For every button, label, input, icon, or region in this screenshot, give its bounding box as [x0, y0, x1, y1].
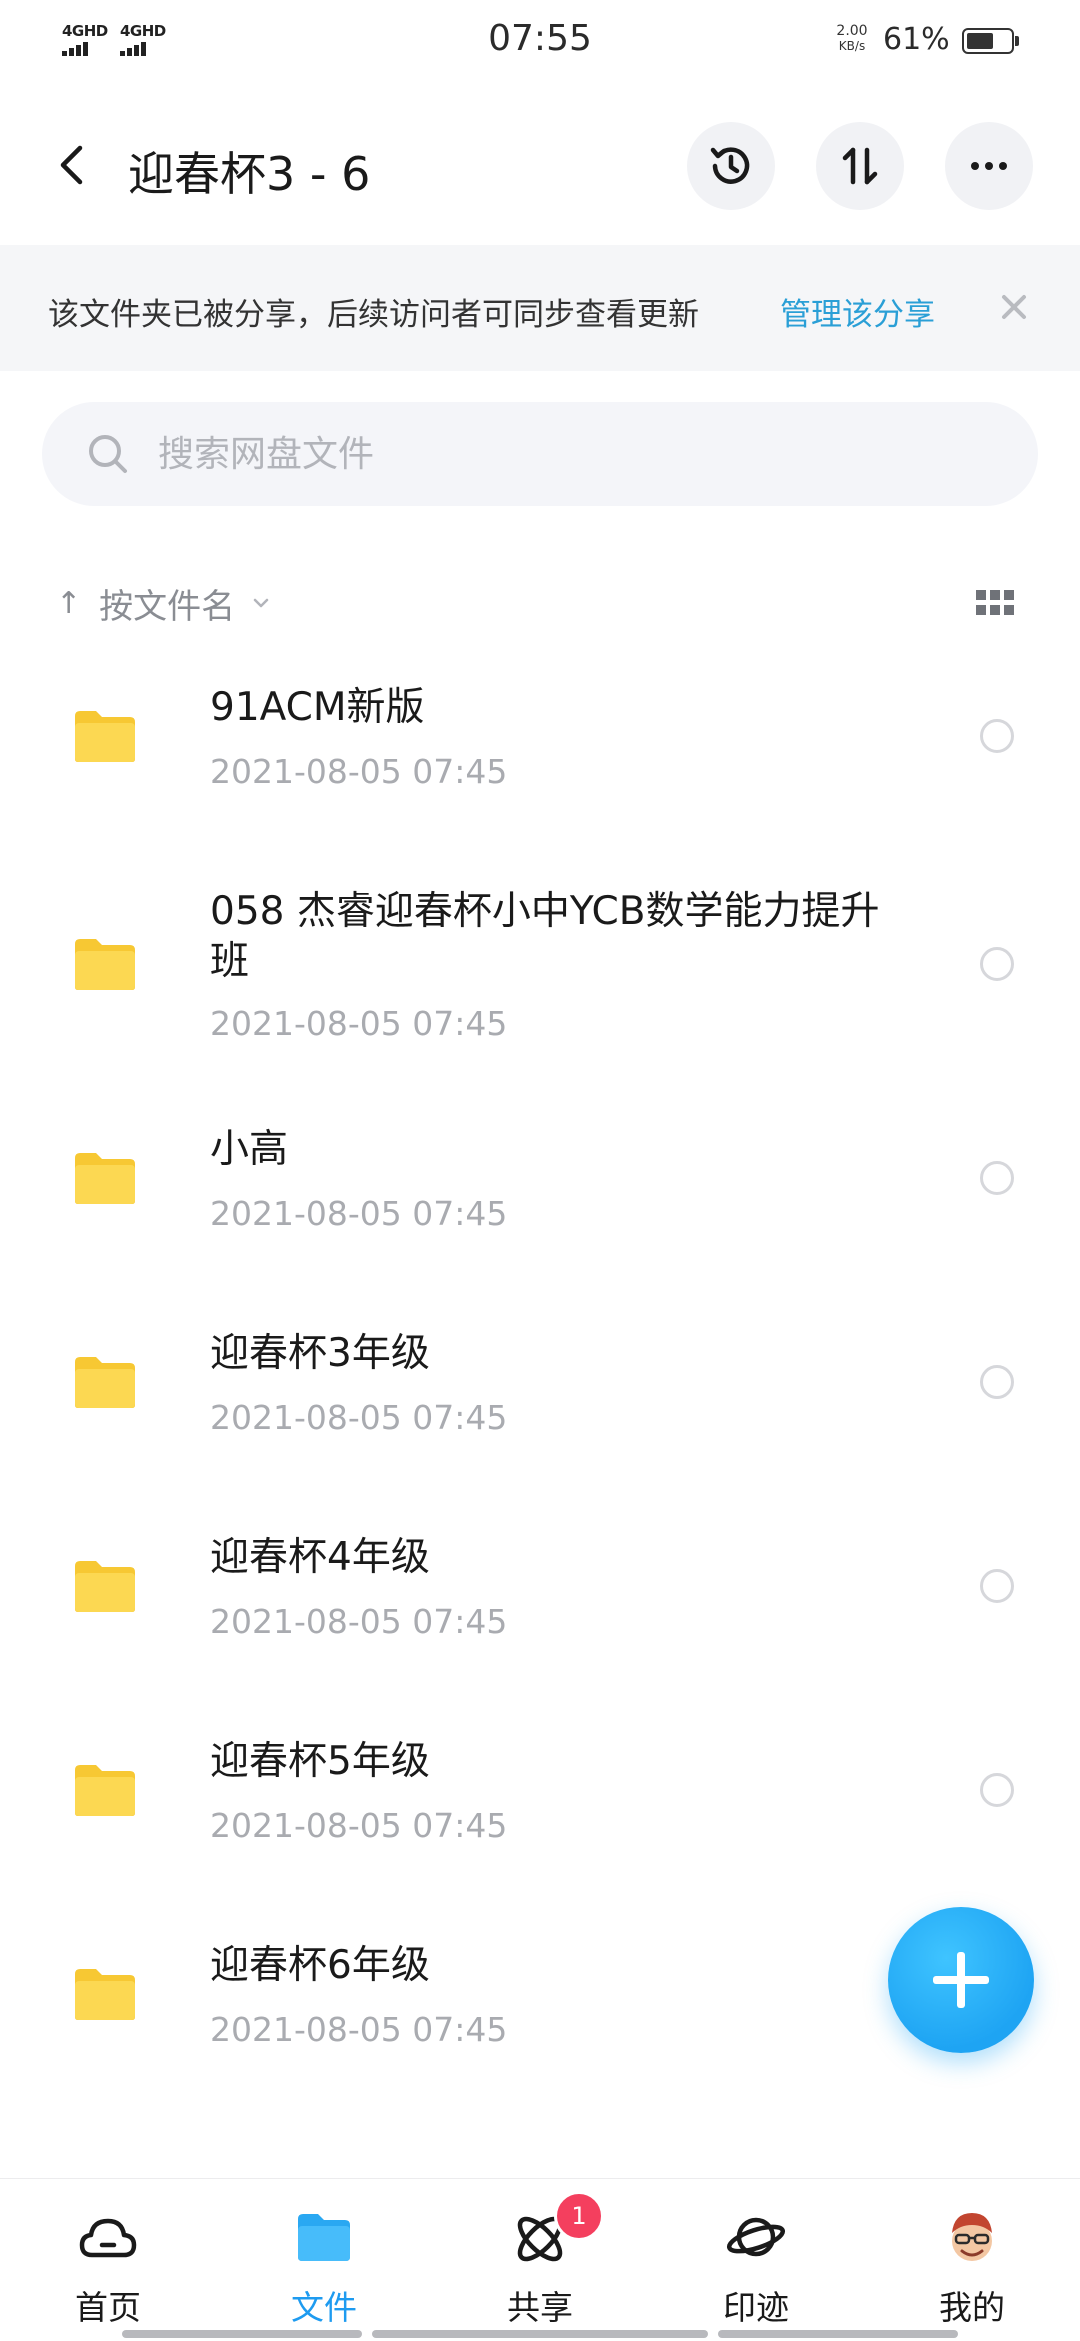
- file-date: 2021-08-05 07:45: [210, 1194, 508, 1233]
- select-radio[interactable]: [980, 719, 1014, 753]
- sort-selector[interactable]: ↑ 按文件名: [56, 578, 271, 628]
- chevron-down-icon: [253, 598, 269, 608]
- home-indicator-segment: [372, 2330, 708, 2338]
- page-title: 迎春杯3 - 6: [128, 147, 371, 201]
- share-banner: 该文件夹已被分享，后续访问者可同步查看更新 管理该分享: [0, 245, 1080, 371]
- folder-icon: [75, 1153, 135, 1204]
- net-speed: 2.00 KB/s: [828, 24, 876, 54]
- nav-label-traces: 印迹: [723, 2288, 789, 2327]
- planet-icon: [726, 2217, 786, 2257]
- select-radio[interactable]: [980, 1773, 1014, 1807]
- file-date: 2021-08-05 07:45: [210, 2010, 508, 2049]
- nav-item-share[interactable]: 1 共享: [450, 2179, 630, 2341]
- bottom-nav: 首页 文件 1 共享 印迹 我的: [0, 2178, 1080, 2341]
- file-name: 迎春杯3年级: [210, 1331, 430, 1376]
- net-speed-value: 2.00: [836, 23, 868, 39]
- sort-label: 按文件名: [99, 586, 236, 627]
- search-bar[interactable]: [42, 402, 1038, 506]
- grid-view-icon[interactable]: [976, 590, 1016, 618]
- home-indicator-segment: [718, 2330, 958, 2338]
- cloud-home-icon: [79, 2218, 137, 2258]
- manage-share-link[interactable]: 管理该分享: [780, 289, 935, 334]
- nav-item-files[interactable]: 文件: [234, 2179, 414, 2341]
- transfer-button[interactable]: [816, 122, 904, 210]
- more-icon: [971, 162, 1007, 170]
- nav-label-share: 共享: [507, 2288, 573, 2327]
- search-input[interactable]: [158, 402, 978, 506]
- battery-fill: [967, 33, 993, 49]
- battery-percent: 61%: [883, 22, 950, 57]
- sort-transfer-icon: [842, 147, 878, 185]
- banner-close-button[interactable]: [996, 289, 1032, 325]
- sort-direction-icon: ↑: [56, 585, 82, 621]
- history-button[interactable]: [687, 122, 775, 210]
- search-icon: [89, 435, 127, 473]
- nav-label-profile: 我的: [939, 2288, 1005, 2327]
- file-name: 迎春杯6年级: [210, 1943, 430, 1988]
- nav-item-home[interactable]: 首页: [18, 2179, 198, 2341]
- home-indicator-segment: [122, 2330, 362, 2338]
- plus-icon-stroke: [957, 1952, 965, 2008]
- file-name: 迎春杯5年级: [210, 1739, 430, 1784]
- folder-icon: [75, 1969, 135, 2020]
- folder-icon: [75, 1765, 135, 1816]
- select-radio[interactable]: [980, 947, 1014, 981]
- nav-item-profile[interactable]: 我的: [882, 2179, 1062, 2341]
- file-date: 2021-08-05 07:45: [210, 1004, 508, 1043]
- file-name: 91ACM新版: [210, 685, 425, 730]
- folder-icon: [75, 711, 135, 762]
- file-date: 2021-08-05 07:45: [210, 1806, 508, 1845]
- folder-icon: [75, 1561, 135, 1612]
- select-radio[interactable]: [980, 1161, 1014, 1195]
- folder-icon: [75, 939, 135, 990]
- header: 迎春杯3 - 6: [0, 110, 1080, 220]
- select-radio[interactable]: [980, 1365, 1014, 1399]
- add-button[interactable]: [888, 1907, 1034, 2053]
- back-button[interactable]: [48, 140, 98, 190]
- file-name: 迎春杯4年级: [210, 1535, 430, 1580]
- status-bar: 4GHD 4GHD 07:55 2.00 KB/s 61%: [0, 0, 1080, 90]
- battery-icon: [962, 28, 1014, 54]
- file-date: 2021-08-05 07:45: [210, 752, 508, 791]
- file-date: 2021-08-05 07:45: [210, 1602, 508, 1641]
- nav-label-files: 文件: [291, 2288, 357, 2327]
- folder-icon: [75, 1357, 135, 1408]
- back-icon: [60, 145, 83, 185]
- battery-tip: [1015, 36, 1019, 46]
- nav-label-home: 首页: [75, 2288, 141, 2327]
- select-radio[interactable]: [980, 1569, 1014, 1603]
- file-name: 058 杰睿迎春杯小中YCB数学能力提升班: [210, 889, 880, 984]
- history-icon: [710, 147, 750, 184]
- nav-item-traces[interactable]: 印迹: [666, 2179, 846, 2341]
- file-date: 2021-08-05 07:45: [210, 1398, 508, 1437]
- avatar-icon: [952, 2213, 992, 2261]
- share-banner-text: 该文件夹已被分享，后续访问者可同步查看更新: [48, 297, 699, 333]
- folder-icon: [298, 2214, 350, 2261]
- notification-badge: 1: [554, 2191, 604, 2241]
- close-icon: [1002, 295, 1026, 319]
- more-button[interactable]: [945, 122, 1033, 210]
- net-speed-unit: KB/s: [838, 39, 866, 53]
- file-name: 小高: [210, 1127, 289, 1172]
